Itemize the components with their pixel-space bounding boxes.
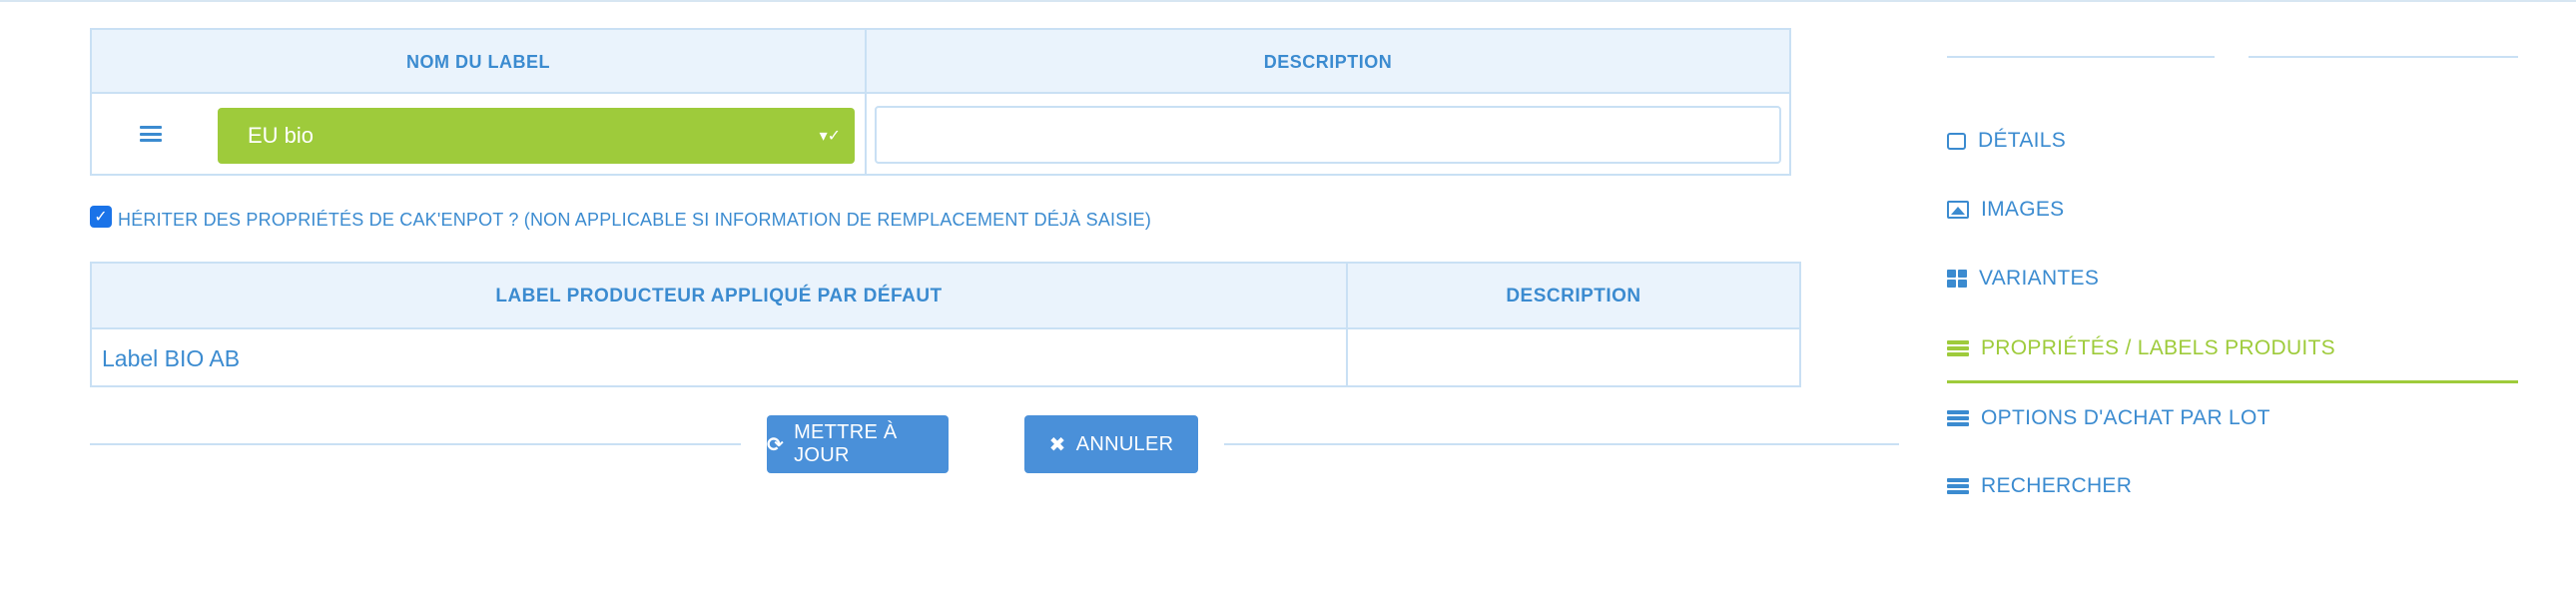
menu-item-variants[interactable]: VARIANTES bbox=[1947, 259, 2099, 299]
update-button[interactable]: ⟳ METTRE À JOUR bbox=[767, 415, 949, 473]
edit-icon bbox=[1947, 132, 1966, 150]
image-icon bbox=[1947, 201, 1969, 219]
header-label-name: NOM DU LABEL bbox=[406, 51, 550, 72]
menu-item-details[interactable]: DÉTAILS bbox=[1947, 121, 2066, 161]
update-button-label: METTRE À JOUR bbox=[794, 421, 898, 466]
menu-item-label: DÉTAILS bbox=[1978, 129, 2067, 152]
divider-left bbox=[90, 443, 741, 445]
cancel-button[interactable]: ✖ ANNULER bbox=[1024, 415, 1198, 473]
header-description: DESCRIPTION bbox=[1263, 51, 1393, 72]
drag-handle-icon[interactable] bbox=[140, 126, 162, 142]
producer-label-link[interactable]: Label BIO AB bbox=[102, 345, 240, 372]
grid-icon bbox=[1947, 270, 1967, 288]
menu-item-bulk-purchase-options[interactable]: OPTIONS D'ACHAT PAR LOT bbox=[1947, 398, 2270, 438]
menu-item-label: VARIANTES bbox=[1979, 267, 2100, 290]
cancel-button-label: ANNULER bbox=[1075, 432, 1174, 455]
inherit-checkbox[interactable]: ✓ bbox=[90, 206, 112, 228]
close-icon: ✖ bbox=[1048, 433, 1066, 456]
table-icon bbox=[1947, 409, 1969, 427]
header-description: DESCRIPTION bbox=[1506, 286, 1641, 306]
menu-top-rule-left bbox=[1947, 56, 2215, 58]
description-input[interactable] bbox=[875, 106, 1781, 164]
table-icon bbox=[1947, 339, 1969, 357]
menu-item-label: OPTIONS D'ACHAT PAR LOT bbox=[1981, 406, 2270, 429]
active-menu-underline bbox=[1947, 380, 2518, 383]
menu-item-properties-labels[interactable]: PROPRIÉTÉS / LABELS PRODUITS bbox=[1947, 328, 2335, 368]
label-select-value: EU bio bbox=[248, 123, 315, 148]
menu-item-label: IMAGES bbox=[1981, 198, 2065, 221]
header-default-producer-label: LABEL PRODUCTEUR APPLIQUÉ PAR DÉFAUT bbox=[495, 286, 943, 306]
menu-item-label: RECHERCHER bbox=[1981, 474, 2133, 497]
menu-item-images[interactable]: IMAGES bbox=[1947, 190, 2064, 230]
menu-item-label: PROPRIÉTÉS / LABELS PRODUITS bbox=[1981, 336, 2335, 359]
refresh-icon: ⟳ bbox=[767, 433, 785, 456]
inherit-checkbox-label: HÉRITER DES PROPRIÉTÉS DE CAK'ENPOT ? (N… bbox=[118, 210, 1152, 230]
menu-item-search[interactable]: RECHERCHER bbox=[1947, 466, 2132, 506]
table-icon bbox=[1947, 477, 1969, 495]
chevron-down-icon: ▾✓ bbox=[819, 128, 841, 145]
producer-labels-table: LABEL PRODUCTEUR APPLIQUÉ PAR DÉFAUT DES… bbox=[90, 262, 1801, 387]
top-divider bbox=[0, 0, 2576, 2]
divider-right bbox=[1224, 443, 1899, 445]
label-select[interactable]: EU bio ▾✓ bbox=[218, 108, 855, 164]
menu-top-rule-right bbox=[2249, 56, 2518, 58]
